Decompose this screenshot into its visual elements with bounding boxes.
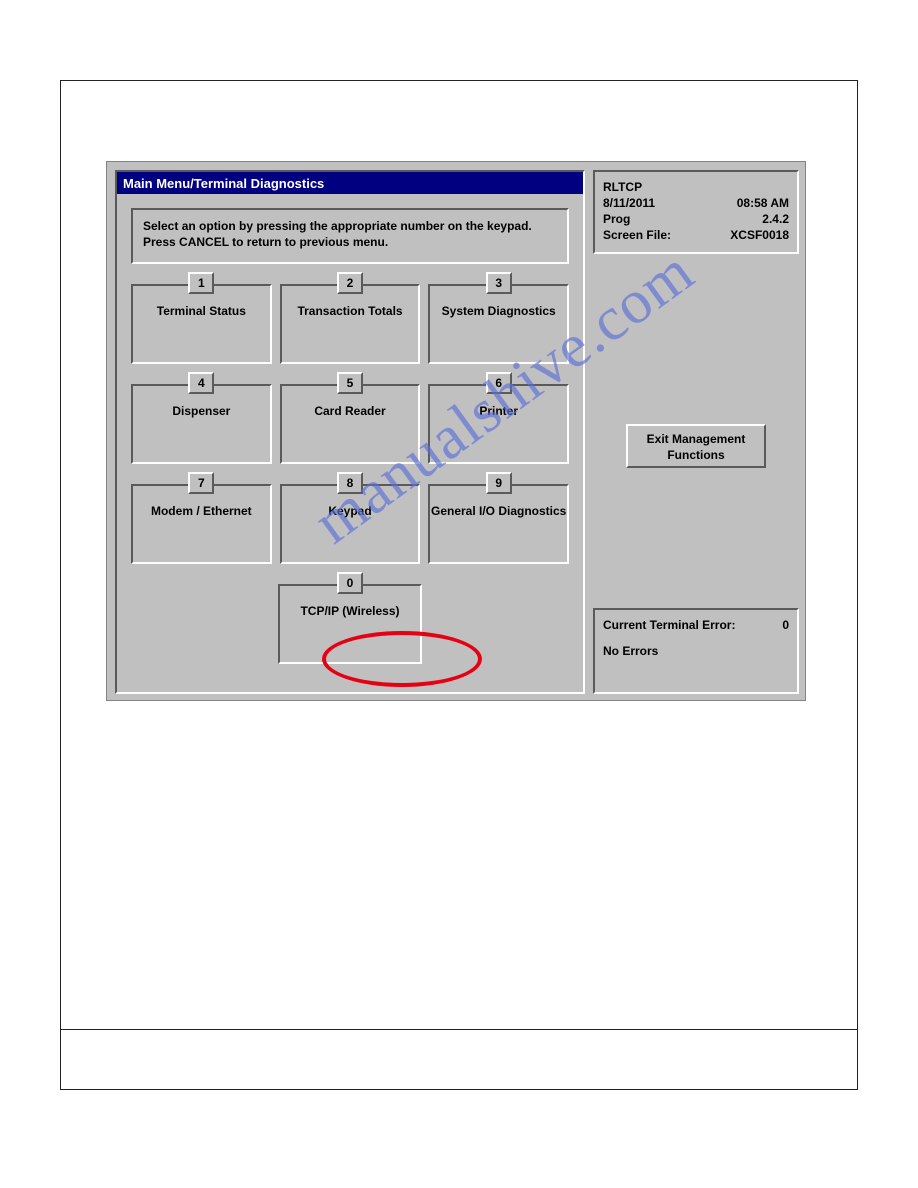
option-number: 2 — [337, 272, 363, 294]
option-modem-ethernet[interactable]: 7 Modem / Ethernet — [131, 472, 272, 564]
option-label: Transaction Totals — [280, 284, 421, 364]
option-number: 5 — [337, 372, 363, 394]
option-label: Terminal Status — [131, 284, 272, 364]
option-label: Keypad — [280, 484, 421, 564]
option-number: 7 — [188, 472, 214, 494]
option-terminal-status[interactable]: 1 Terminal Status — [131, 272, 272, 364]
option-label: TCP/IP (Wireless) — [278, 584, 423, 664]
option-transaction-totals[interactable]: 2 Transaction Totals — [280, 272, 421, 364]
option-keypad[interactable]: 8 Keypad — [280, 472, 421, 564]
option-number: 8 — [337, 472, 363, 494]
footer-box — [61, 1029, 857, 1089]
option-label: Dispenser — [131, 384, 272, 464]
system-info-box: RLTCP 8/11/2011 08:58 AM Prog 2.4.2 Scre… — [593, 170, 799, 254]
screenfile-label: Screen File: — [603, 228, 671, 242]
option-label: General I/O Diagnostics — [428, 484, 569, 564]
option-system-diagnostics[interactable]: 3 System Diagnostics — [428, 272, 569, 364]
options-grid: 1 Terminal Status 2 Transaction Totals 3… — [131, 272, 569, 664]
system-date: 8/11/2011 — [603, 196, 655, 210]
prog-value: 2.4.2 — [762, 212, 789, 226]
exit-management-button[interactable]: Exit Management Functions — [626, 424, 766, 468]
error-code: 0 — [782, 618, 789, 632]
option-general-io-diagnostics[interactable]: 9 General I/O Diagnostics — [428, 472, 569, 564]
option-number: 4 — [188, 372, 214, 394]
option-number: 0 — [337, 572, 363, 594]
option-printer[interactable]: 6 Printer — [428, 372, 569, 464]
titlebar: Main Menu/Terminal Diagnostics — [117, 172, 583, 194]
main-menu-panel: Main Menu/Terminal Diagnostics Select an… — [115, 170, 585, 694]
option-number: 3 — [486, 272, 512, 294]
screenshot-wrapper: Main Menu/Terminal Diagnostics Select an… — [61, 161, 859, 711]
option-label: Modem / Ethernet — [131, 484, 272, 564]
option-label: Printer — [428, 384, 569, 464]
system-time: 08:58 AM — [737, 196, 789, 210]
option-number: 6 — [486, 372, 512, 394]
error-status: No Errors — [603, 644, 789, 658]
terminal-screen: Main Menu/Terminal Diagnostics Select an… — [106, 161, 806, 701]
error-label: Current Terminal Error: — [603, 618, 735, 632]
sidebar: RLTCP 8/11/2011 08:58 AM Prog 2.4.2 Scre… — [593, 170, 799, 694]
option-card-reader[interactable]: 5 Card Reader — [280, 372, 421, 464]
option-tcp-ip-wireless[interactable]: 0 TCP/IP (Wireless) — [278, 572, 423, 664]
error-box: Current Terminal Error: 0 No Errors — [593, 608, 799, 694]
prog-label: Prog — [603, 212, 630, 226]
document-page: Main Menu/Terminal Diagnostics Select an… — [60, 80, 858, 1090]
instruction-text: Select an option by pressing the appropr… — [131, 208, 569, 264]
system-name: RLTCP — [603, 180, 789, 194]
screenfile-value: XCSF0018 — [730, 228, 789, 242]
option-label: Card Reader — [280, 384, 421, 464]
option-dispenser[interactable]: 4 Dispenser — [131, 372, 272, 464]
option-number: 1 — [188, 272, 214, 294]
option-label: System Diagnostics — [428, 284, 569, 364]
option-number: 9 — [486, 472, 512, 494]
